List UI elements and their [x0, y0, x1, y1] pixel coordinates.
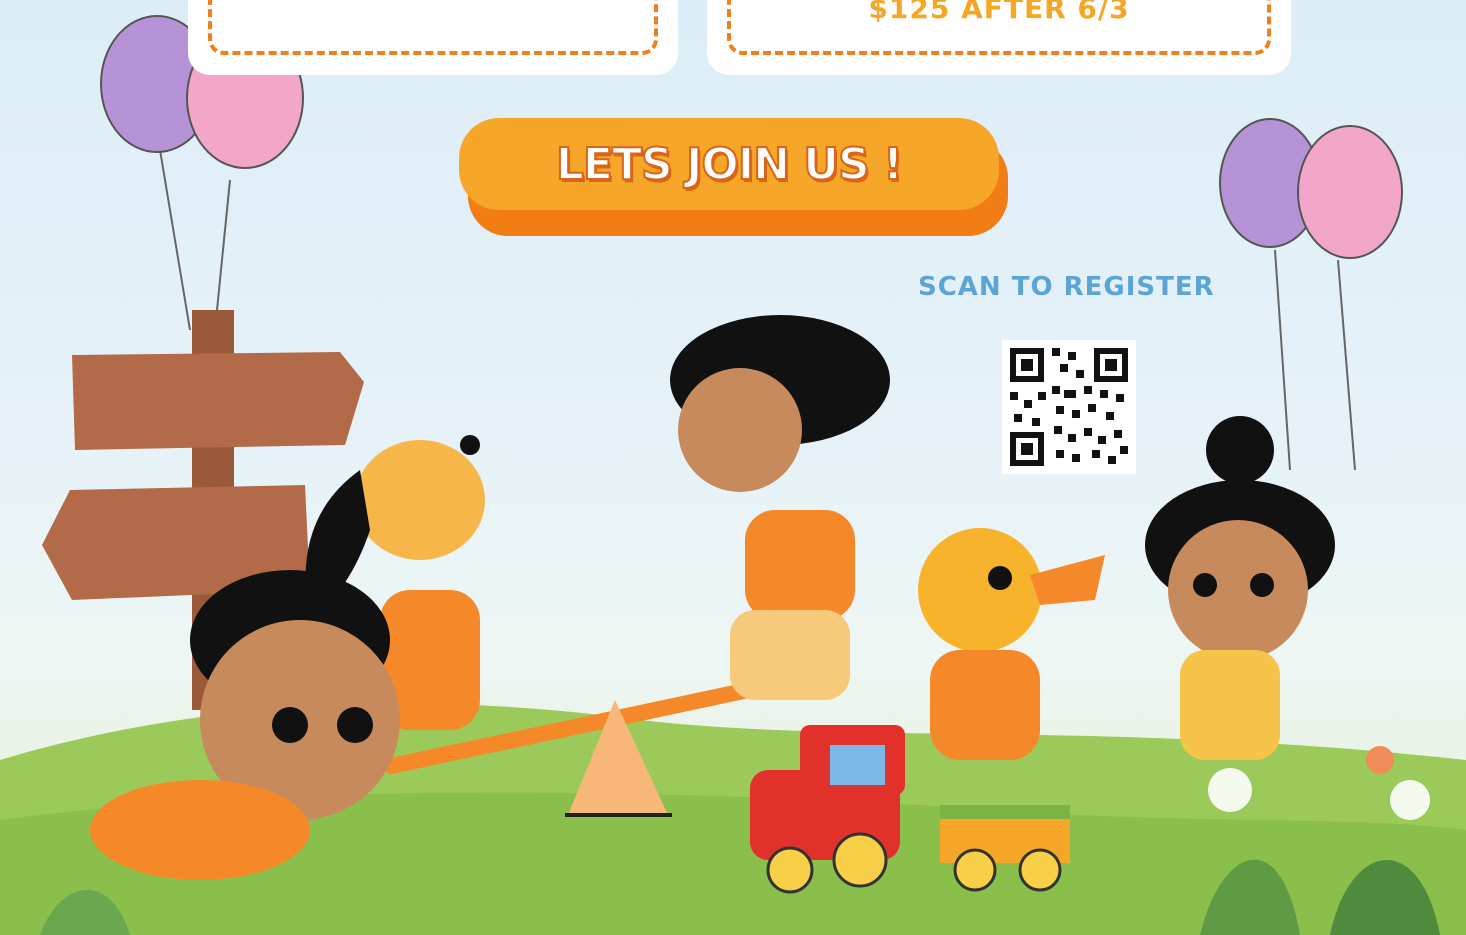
flyer-scene: $125 AFTER 6/3 LETS JOIN US ! SCAN TO RE…: [0, 0, 1466, 935]
scan-to-register-label: SCAN TO REGISTER: [918, 272, 1215, 302]
child-illustration: [1145, 416, 1335, 760]
qr-code-icon[interactable]: [1002, 340, 1136, 474]
qr-code-graphic: [1002, 340, 1136, 474]
info-card-right: $125 AFTER 6/3: [707, 0, 1291, 75]
duck-illustration: [918, 528, 1105, 760]
card-dashed-border: $125 AFTER 6/3: [727, 0, 1271, 55]
card-dashed-border: [208, 0, 658, 55]
join-us-label: LETS JOIN US !: [555, 138, 904, 191]
price-text: $125 AFTER 6/3: [868, 0, 1130, 25]
info-card-left: [188, 0, 678, 75]
child-illustration: [670, 315, 890, 700]
join-us-button[interactable]: LETS JOIN US !: [459, 118, 999, 210]
